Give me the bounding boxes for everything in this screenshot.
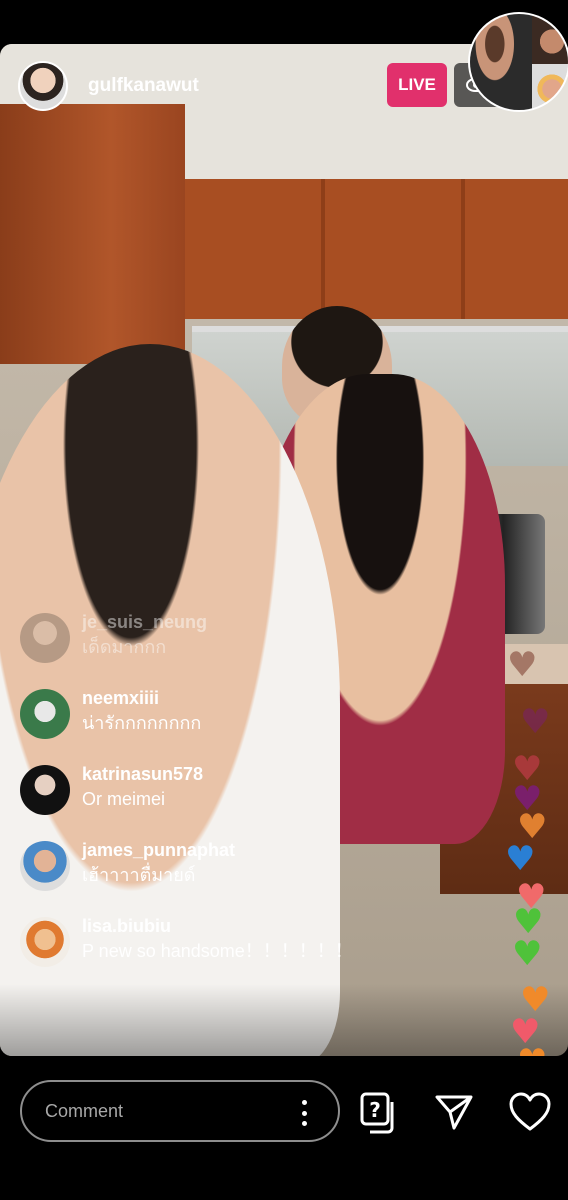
comment-item: james_punnaphat เฮ้าาาาตื่มายด์: [20, 838, 440, 914]
comment-text: P new so handsome！！！！！！: [82, 941, 353, 961]
live-badge: LIVE: [387, 63, 447, 107]
comment-placeholder: Comment: [45, 1100, 124, 1121]
svg-text:?: ?: [369, 1098, 381, 1122]
question-icon[interactable]: ?: [360, 1092, 400, 1134]
comment-username[interactable]: neemxiiii: [82, 686, 201, 710]
live-label: LIVE: [398, 75, 436, 94]
floating-heart: ♥: [505, 839, 536, 879]
comment-text: Or meimei: [82, 789, 166, 809]
host-avatar[interactable]: [18, 61, 68, 111]
comment-username[interactable]: katrinasun578: [82, 762, 203, 786]
commenter-avatar[interactable]: [20, 765, 70, 815]
comment-item: lisa.biubiu P new so handsome！！！！！！: [20, 914, 440, 990]
commenter-avatar[interactable]: [20, 917, 70, 967]
comment-input[interactable]: Comment: [20, 1080, 340, 1142]
comment-text: เด็ดมากกก: [82, 637, 167, 657]
guest-video-c: [532, 64, 568, 110]
comment-username[interactable]: james_punnaphat: [82, 838, 235, 862]
floating-heart: ♥: [512, 934, 543, 974]
bottom-bar: Comment ?: [0, 1056, 568, 1200]
comment-username[interactable]: lisa.biubiu: [82, 914, 353, 938]
guest-video-a: [470, 14, 532, 110]
video-bg-cabinet: [0, 104, 185, 364]
send-icon[interactable]: [434, 1092, 474, 1132]
commenter-avatar[interactable]: [20, 689, 70, 739]
comment-username[interactable]: je_suis_neung: [82, 610, 207, 634]
guest-video-pip[interactable]: [468, 12, 568, 112]
comment-item: neemxiiii น่ารักกกกกกกก: [20, 686, 440, 762]
comment-text: น่ารักกกกกกกก: [82, 713, 202, 733]
floating-heart: ♥: [507, 645, 538, 685]
guest-video-b: [532, 14, 568, 64]
commenter-avatar[interactable]: [20, 841, 70, 891]
live-header: gulfkanawut: [18, 60, 199, 112]
more-options-icon[interactable]: [302, 1100, 308, 1126]
comment-item: katrinasun578 Or meimei: [20, 762, 440, 838]
floating-heart: ♥: [520, 702, 551, 742]
comment-feed: je_suis_neung เด็ดมากกก neemxiiii น่ารัก…: [20, 610, 440, 990]
heart-icon[interactable]: [508, 1092, 552, 1132]
video-bg-cabinet-top: [185, 179, 568, 319]
host-username[interactable]: gulfkanawut: [88, 75, 199, 97]
commenter-avatar[interactable]: [20, 613, 70, 663]
video-shade: [0, 984, 568, 1056]
comment-item: je_suis_neung เด็ดมากกก: [20, 610, 440, 686]
comment-text: เฮ้าาาาตื่มายด์: [82, 865, 196, 885]
